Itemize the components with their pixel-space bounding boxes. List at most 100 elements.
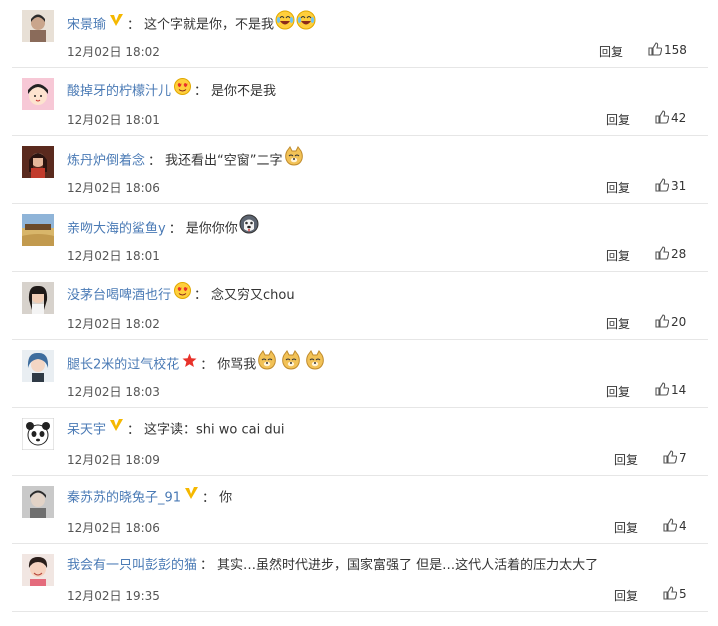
doge-emoji-icon	[305, 350, 325, 378]
thumbs-up-icon	[663, 517, 678, 532]
like-count: 158	[664, 43, 687, 57]
heart-eyes-badge-icon	[174, 282, 192, 307]
doge-emoji-icon	[281, 350, 301, 378]
like-count: 4	[679, 519, 687, 533]
comment-list: 宋景瑜：这个字就是你，不是我 12月02日 18:02 回复 158 酸掉牙的柠…	[0, 0, 718, 626]
like-button[interactable]: 14	[655, 381, 687, 398]
comment-line: 呆天宇：这字读：shi wo cai dui	[67, 419, 284, 441]
username-link[interactable]: 没茅台喝啤酒也行	[67, 288, 171, 303]
vip-badge-icon	[184, 486, 199, 508]
comment-line: 亲吻大海的鲨鱼y：是你你你	[67, 214, 259, 237]
like-button[interactable]: 28	[655, 245, 687, 262]
thumbs-up-icon	[655, 177, 670, 192]
user-avatar-icon[interactable]	[22, 282, 54, 314]
comment-time: 12月02日 18:06	[67, 521, 160, 535]
comment-line: 酸掉牙的柠檬汁儿：是你不是我	[67, 78, 277, 103]
comment-text: 这字读：shi wo cai dui	[144, 422, 285, 438]
comment-text: 是你不是我	[211, 84, 277, 99]
username-link[interactable]: 宋景瑜	[67, 18, 106, 33]
reply-button[interactable]: 回复	[614, 451, 638, 468]
like-button[interactable]: 158	[648, 41, 687, 58]
reply-button[interactable]: 回复	[606, 247, 630, 264]
like-count: 31	[671, 179, 687, 193]
thumbs-up-icon	[648, 41, 663, 56]
like-count: 5	[679, 587, 687, 601]
comment-time: 12月02日 19:35	[67, 589, 160, 603]
like-count: 7	[679, 451, 687, 465]
comment-time: 12月02日 18:01	[67, 249, 160, 263]
user-avatar-icon[interactable]	[22, 10, 54, 42]
reply-button[interactable]: 回复	[606, 383, 630, 400]
thumbs-up-icon	[655, 245, 670, 260]
comment-line: 宋景瑜：这个字就是你，不是我	[67, 10, 316, 35]
like-count: 20	[671, 315, 687, 329]
username-link[interactable]: 酸掉牙的柠檬汁儿	[67, 84, 171, 99]
reply-button[interactable]: 回复	[606, 111, 630, 128]
comment-line: 秦苏苏的晓兔子_91：你	[67, 487, 232, 509]
comment-line: 我会有一只叫彭彭的猫：其实…虽然时代进步，国家富强了 但是…这代人活着的压力太大…	[67, 558, 599, 573]
doge-emoji-icon	[284, 146, 304, 174]
comment-line: 腿长2米的过气校花：你骂我	[67, 350, 325, 376]
comment-line: 没茅台喝啤酒也行：念又穷又chou	[67, 282, 295, 307]
like-button[interactable]: 20	[655, 313, 687, 330]
reply-button[interactable]: 回复	[614, 587, 638, 604]
username-link[interactable]: 呆天宇	[67, 423, 106, 438]
like-button[interactable]: 42	[655, 109, 687, 126]
user-avatar-icon[interactable]	[22, 350, 54, 382]
thumbs-up-icon	[655, 381, 670, 396]
landscape-avatar-icon[interactable]	[22, 214, 54, 246]
reply-button[interactable]: 回复	[606, 179, 630, 196]
like-button[interactable]: 4	[663, 517, 687, 534]
panda-avatar-icon[interactable]	[22, 418, 54, 450]
like-count: 14	[671, 383, 687, 397]
comment-item: 宋景瑜：这个字就是你，不是我 12月02日 18:02 回复 158	[12, 0, 708, 68]
comment-text: 我还看出“空窗”二字	[165, 153, 283, 169]
comment-time: 12月02日 18:02	[67, 317, 160, 331]
like-button[interactable]: 5	[663, 585, 687, 602]
comment-item: 炼丹炉倒着念：我还看出“空窗”二字 12月02日 18:06 回复 31	[12, 136, 708, 204]
comment-item: 没茅台喝啤酒也行：念又穷又chou 12月02日 18:02 回复 20	[12, 272, 708, 340]
username-link[interactable]: 腿长2米的过气校花	[67, 358, 179, 373]
comment-item: 亲吻大海的鲨鱼y：是你你你 12月02日 18:01 回复 28	[12, 204, 708, 272]
comment-item: 酸掉牙的柠檬汁儿：是你不是我 12月02日 18:01 回复 42	[12, 68, 708, 136]
like-count: 42	[671, 111, 687, 125]
comment-line: 炼丹炉倒着念：我还看出“空窗”二字	[67, 146, 304, 169]
comment-time: 12月02日 18:09	[67, 453, 160, 467]
comment-time: 12月02日 18:02	[67, 45, 160, 59]
reply-button[interactable]: 回复	[614, 519, 638, 536]
like-count: 28	[671, 247, 687, 261]
comment-item: 我会有一只叫彭彭的猫：其实…虽然时代进步，国家富强了 但是…这代人活着的压力太大…	[12, 544, 708, 612]
laugh-cry-emoji-icon	[296, 10, 316, 38]
reply-button[interactable]: 回复	[606, 315, 630, 332]
comment-text: 你	[219, 490, 233, 506]
username-link[interactable]: 我会有一只叫彭彭的猫	[67, 558, 197, 573]
user-avatar-icon[interactable]	[22, 554, 54, 586]
like-button[interactable]: 7	[663, 449, 687, 466]
comment-item: 腿长2米的过气校花：你骂我 12月02日 18:03 回复 14	[12, 340, 708, 408]
reply-button[interactable]: 回复	[599, 43, 623, 60]
like-button[interactable]: 31	[655, 177, 687, 194]
heart-eyes-badge-icon	[174, 78, 192, 103]
thumbs-up-icon	[663, 585, 678, 600]
thumbs-up-icon	[655, 109, 670, 124]
vip-badge-icon	[109, 418, 124, 440]
comment-item: 秦苏苏的晓兔子_91：你 12月02日 18:06 回复 4	[12, 476, 708, 544]
comment-time: 12月02日 18:01	[67, 113, 160, 127]
username-link[interactable]: 秦苏苏的晓兔子_91	[67, 491, 181, 506]
comment-text: 你骂我	[217, 357, 257, 373]
user-avatar-icon[interactable]	[22, 486, 54, 518]
thumbs-up-icon	[663, 449, 678, 464]
comment-text: 念又穷又chou	[211, 288, 295, 303]
thumbs-up-icon	[655, 313, 670, 328]
comment-text: 其实…虽然时代进步，国家富强了 但是…这代人活着的压力太大了	[217, 558, 599, 573]
username-link[interactable]: 炼丹炉倒着念	[67, 154, 145, 169]
cartoon-avatar-icon[interactable]	[22, 78, 54, 110]
star-badge-icon	[182, 353, 197, 376]
user-avatar-icon[interactable]	[22, 146, 54, 178]
vip-badge-icon	[109, 13, 124, 35]
comment-text: 这个字就是你，不是我	[144, 17, 275, 33]
comment-item: 呆天宇：这字读：shi wo cai dui 12月02日 18:09 回复 7	[12, 408, 708, 476]
doge-emoji-icon	[257, 350, 277, 378]
comment-time: 12月02日 18:06	[67, 181, 160, 195]
username-link[interactable]: 亲吻大海的鲨鱼y	[67, 222, 166, 237]
